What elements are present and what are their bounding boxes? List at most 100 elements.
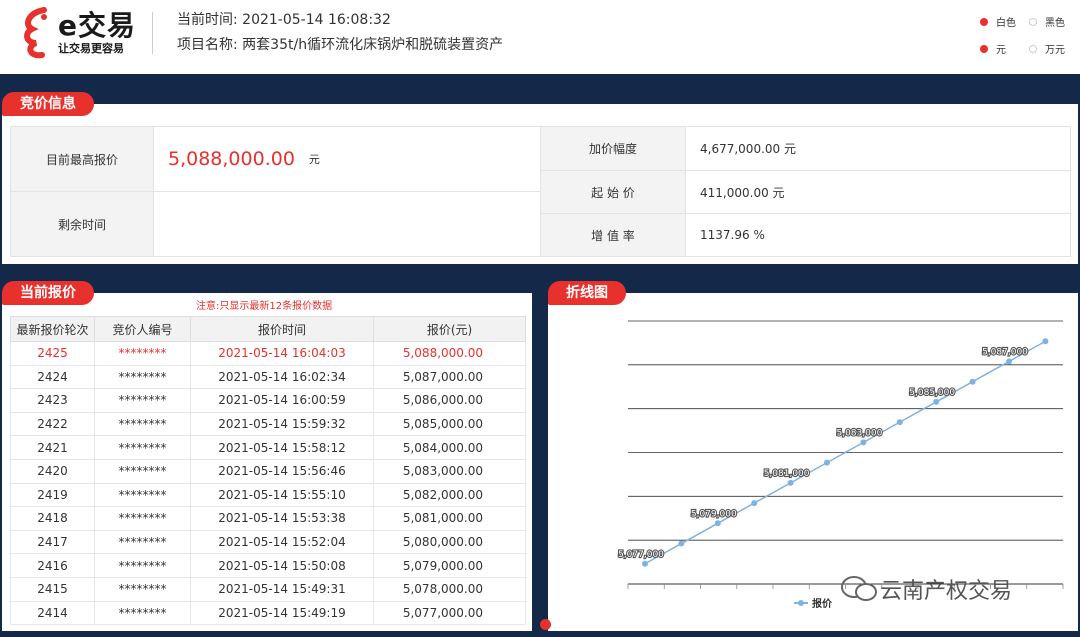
data-point [896,419,903,426]
data-point [1006,358,1012,365]
bidder-id: ******** [94,600,191,626]
unit-wanyuan-radio[interactable]: 万元 [1029,41,1065,56]
remaining-time-value [153,191,541,257]
start-price-label: 起 始 价 [540,170,686,214]
bid-price: 5,084,000.00 [373,435,526,460]
bid-price: 5,087,000.00 [373,364,526,390]
bidder-id: ******** [94,576,191,602]
data-point [860,439,867,446]
table-row: 2417 ******** 2021-05-14 15:52:04 5,080,000… [10,529,526,555]
bid-time: 2021-05-14 15:59:32 [190,411,374,437]
radio-unselected-icon [1029,17,1037,26]
bid-price: 5,082,000.00 [373,482,526,508]
column-header: 报价(元) [373,316,526,342]
data-point [933,398,940,405]
data-point [678,540,685,547]
current-time-label: 当前时间: [177,12,238,28]
highest-bid-value: 5,088,000.00 [168,148,295,170]
unit-yuan-radio[interactable]: 元 [980,41,1006,56]
bidder-id: ******** [94,411,191,437]
bid-round: 2415 [10,576,95,602]
bid-time: 2021-05-14 16:02:34 [190,364,374,390]
table-row: 2422 ******** 2021-05-14 15:59:32 5,085,000… [10,411,526,437]
bid-round: 2422 [10,411,95,437]
bid-round: 2418 [10,506,95,531]
highest-bid-cell: 5,088,000.00 元 [153,126,541,192]
theme-black-radio[interactable]: 黑色 [1029,14,1065,29]
appreciation-value: 1137.96 % [685,213,1071,257]
bidder-id: ******** [94,553,191,578]
bids-notice: 注意:只显示最新12条报价数据 [196,301,333,312]
project-name: 两套35t/h循环流化床锅炉和脱硫装置资产 [242,37,504,53]
bid-time: 2021-05-14 16:04:03 [190,341,374,366]
theme-white-radio[interactable]: 白色 [980,14,1016,29]
bidder-id: ******** [94,388,191,413]
data-point [642,560,648,567]
bid-time: 2021-05-14 15:55:10 [190,482,374,508]
data-point [714,520,721,527]
bid-price: 5,077,000.00 [373,600,526,626]
bidder-id: ******** [94,458,191,484]
bid-round: 2417 [10,529,95,555]
bidder-id: ******** [94,364,191,390]
bidder-id: ******** [94,529,191,555]
bid-round: 2420 [10,458,95,484]
bid-round: 2419 [10,482,95,508]
bid-price: 5,080,000.00 [373,529,526,555]
bid-price: 5,081,000.00 [373,506,526,531]
table-header-row: 最新报价轮次 竞价人编号 报价时间 报价(元) [10,316,526,342]
bid-time: 2021-05-14 15:52:04 [190,529,374,555]
table-row: 2416 ******** 2021-05-14 15:50:08 5,079,000… [10,553,526,578]
data-point [969,378,976,385]
bidder-id: ******** [94,435,191,460]
bid-time: 2021-05-14 15:49:31 [190,576,374,602]
increment-label: 加价幅度 [540,126,686,171]
data-point [824,459,830,466]
data-label: 5,085,000 [909,388,955,398]
column-header: 报价时间 [190,316,374,342]
highest-bid-unit: 元 [308,153,320,166]
bidder-id: ******** [94,482,191,508]
data-label: 5,079,000 [691,509,737,519]
table-row: 2420 ******** 2021-05-14 15:56:46 5,083,000… [10,458,526,484]
bid-time: 2021-05-14 15:49:19 [190,600,374,626]
column-header: 最新报价轮次 [10,316,95,342]
radio-unselected-icon [1029,44,1037,53]
bid-time: 2021-05-14 16:00:59 [190,388,374,413]
bid-round: 2414 [10,600,95,626]
current-bids-tag: 当前报价 [2,281,94,305]
bid-round: 2423 [10,388,95,413]
bid-time: 2021-05-14 15:56:46 [190,458,374,484]
remaining-time-label: 剩余时间 [10,191,154,257]
legend-label: 报价 [812,597,833,610]
data-point [751,500,758,507]
bidder-id: ******** [94,506,191,531]
column-header: 竞价人编号 [94,316,191,342]
header-divider [152,12,153,54]
bid-price: 5,085,000.00 [373,411,526,437]
table-row: 2414 ******** 2021-05-14 15:49:19 5,077,000… [10,600,526,626]
logo-icon [24,7,47,59]
bid-price: 5,079,000.00 [373,553,526,578]
data-label: 5,083,000 [836,428,882,438]
logo-slogan: 让交易更容易 [58,42,124,55]
highest-bid-label: 目前最高报价 [10,126,154,192]
data-point [1042,338,1049,345]
bid-time: 2021-05-14 15:53:38 [190,506,374,531]
table-row: 2419 ******** 2021-05-14 15:55:10 5,082,000… [10,482,526,508]
bid-round: 2421 [10,435,95,460]
bid-round: 2425 [10,341,95,366]
bid-time: 2021-05-14 15:50:08 [190,553,374,578]
radio-selected-icon [980,17,988,26]
header-info: 当前时间: 2021-05-14 16:08:32 项目名称: 两套35t/h循… [177,8,503,58]
red-marker-icon [540,619,551,630]
bid-price: 5,086,000.00 [373,388,526,413]
bid-round: 2424 [10,364,95,390]
start-price-value: 411,000.00 元 [685,170,1071,214]
header: e交易 让交易更容易 当前时间: 2021-05-14 16:08:32 项目名… [0,0,1080,74]
legend-marker [798,600,804,606]
table-row: 2418 ******** 2021-05-14 15:53:38 5,081,000… [10,506,526,531]
data-label: 5,077,000 [618,550,664,560]
table-row: 2421 ******** 2021-05-14 15:58:12 5,084,000… [10,435,526,460]
data-label: 5,087,000 [982,347,1028,357]
